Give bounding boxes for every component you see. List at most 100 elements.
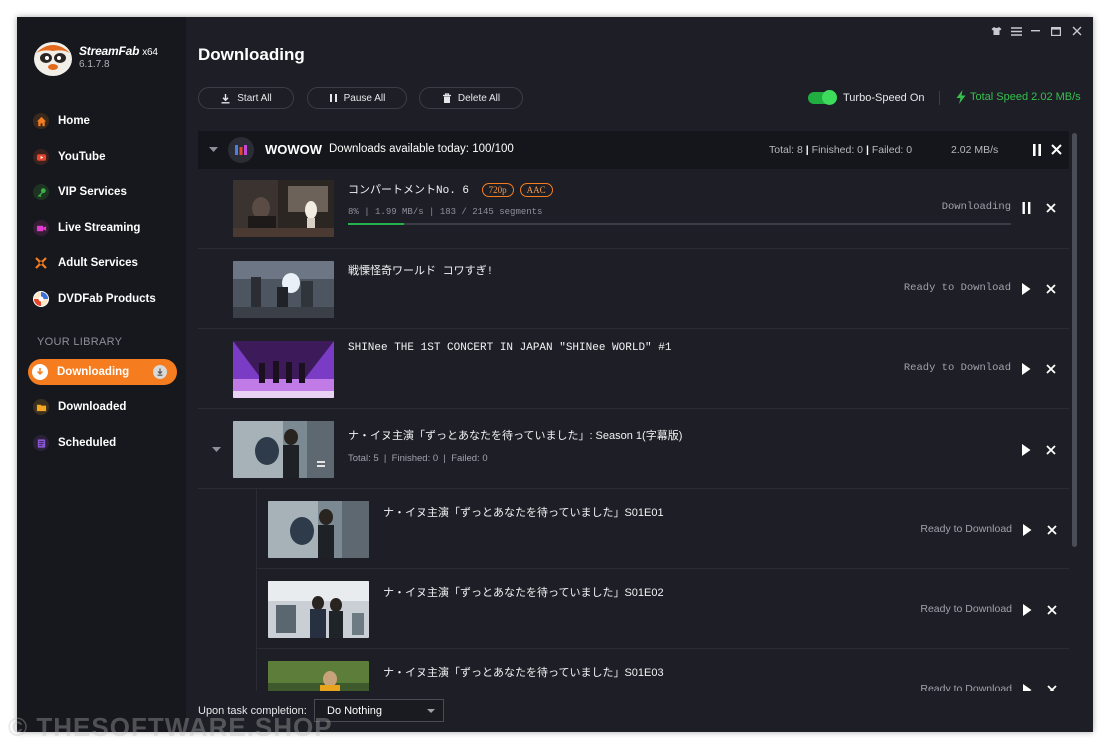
- download-status: Ready to Download: [920, 683, 1012, 691]
- video-thumbnail: [233, 341, 334, 398]
- close-window-icon[interactable]: [1069, 23, 1085, 39]
- skin-icon[interactable]: [988, 23, 1004, 39]
- season-row[interactable]: ナ・イヌ主演「ずっとあなたを待っていました」: Season 1(字幕版) To…: [198, 409, 1069, 489]
- divider: [939, 91, 940, 105]
- season-title: ナ・イヌ主演「ずっとあなたを待っていました」: Season 1(字幕版): [348, 430, 683, 442]
- sidebar-item-youtube[interactable]: YouTube: [29, 143, 177, 171]
- youtube-icon: [33, 149, 49, 165]
- download-status: Ready to Download: [920, 523, 1012, 535]
- play-icon[interactable]: [1019, 282, 1033, 296]
- play-icon[interactable]: [1020, 523, 1034, 537]
- close-icon[interactable]: [1045, 603, 1059, 617]
- play-icon[interactable]: [1019, 362, 1033, 376]
- episode-title: ナ・イヌ主演「ずっとあなたを待っていました」S01E03: [383, 667, 664, 679]
- total-speed: Total Speed 2.02 MB/s: [956, 90, 1081, 104]
- streamfab-logo: [34, 42, 72, 76]
- schedule-icon: [33, 435, 49, 451]
- service-group-header: WOWOW Downloads available today: 100/100…: [198, 131, 1069, 169]
- close-icon[interactable]: [1044, 362, 1058, 376]
- task-completion-select[interactable]: Do Nothing: [314, 699, 444, 722]
- play-icon[interactable]: [1020, 603, 1034, 617]
- sidebar-item-home[interactable]: Home: [29, 107, 177, 135]
- download-status: Ready to Download: [920, 603, 1012, 615]
- menu-icon[interactable]: [1008, 23, 1024, 39]
- video-title: SHINee THE 1ST CONCERT IN JAPAN "SHINee …: [348, 342, 672, 354]
- sidebar-item-label: Adult Services: [58, 257, 138, 269]
- sidebar-item-label: Scheduled: [58, 437, 117, 449]
- pause-icon[interactable]: [1019, 201, 1033, 215]
- close-icon[interactable]: [1044, 443, 1058, 457]
- video-title: 戦慄怪奇ワールド コワすぎ!: [348, 266, 494, 278]
- start-all-button[interactable]: Start All: [198, 87, 294, 109]
- close-group-icon[interactable]: [1051, 144, 1062, 155]
- pause-icon: [329, 94, 337, 102]
- downloads-available: Downloads available today: 100/100: [329, 143, 514, 155]
- video-thumbnail: [233, 421, 334, 478]
- maximize-icon[interactable]: [1048, 23, 1064, 39]
- sidebar-item-label: Live Streaming: [58, 222, 141, 234]
- video-title: コンパートメントNo. 6 720p AAC: [348, 181, 553, 197]
- close-icon[interactable]: [1044, 282, 1058, 296]
- pause-group-icon[interactable]: [1032, 144, 1042, 156]
- video-thumbnail: [233, 261, 334, 318]
- close-icon[interactable]: [1045, 523, 1059, 537]
- play-icon[interactable]: [1020, 683, 1034, 691]
- episode-title: ナ・イヌ主演「ずっとあなたを待っていました」S01E01: [383, 507, 664, 519]
- sidebar: StreamFab x64 6.1.7.8 Home YouTube VIP Se…: [17, 17, 186, 732]
- download-row[interactable]: コンパートメントNo. 6 720p AAC 8% | 1.99 MB/s | 1…: [198, 169, 1069, 249]
- progress-info: 8% | 1.99 MB/s | 183 / 2145 segments: [348, 207, 543, 217]
- video-thumbnail: [268, 501, 369, 558]
- sidebar-item-label: YouTube: [58, 151, 106, 163]
- episode-title: ナ・イヌ主演「ずっとあなたを待っていました」S01E02: [383, 587, 664, 599]
- trash-icon: [442, 92, 451, 103]
- download-list: WOWOW Downloads available today: 100/100…: [198, 131, 1069, 691]
- video-thumbnail: [268, 661, 369, 691]
- page-title: Downloading: [198, 45, 305, 64]
- turbo-speed-toggle[interactable]: [808, 90, 837, 105]
- home-icon: [33, 113, 49, 129]
- minimize-icon[interactable]: [1028, 23, 1044, 39]
- resolution-badge: 720p: [481, 183, 514, 197]
- watermark: © THESOFTWARE.SHOP: [8, 712, 333, 742]
- sidebar-item-label: Downloaded: [58, 401, 127, 413]
- collapse-arrow-icon[interactable]: [209, 147, 218, 153]
- brand-name: StreamFab x64: [79, 44, 158, 58]
- episode-row[interactable]: ナ・イヌ主演「ずっとあなたを待っていました」S01E02 Ready to Do…: [256, 569, 1069, 649]
- library-title: YOUR LIBRARY: [37, 336, 123, 348]
- sidebar-item-adult-services[interactable]: Adult Services: [29, 249, 177, 277]
- key-icon: [33, 184, 49, 200]
- sidebar-item-scheduled[interactable]: Scheduled: [29, 429, 177, 457]
- list-scrollbar[interactable]: [1072, 133, 1077, 547]
- sidebar-item-live-streaming[interactable]: Live Streaming: [29, 214, 177, 242]
- chevron-down-icon: [427, 709, 435, 713]
- camera-icon: [33, 220, 49, 236]
- download-row[interactable]: SHINee THE 1ST CONCERT IN JAPAN "SHINee …: [198, 329, 1069, 409]
- sidebar-item-downloaded[interactable]: Downloaded: [29, 393, 177, 421]
- download-badge-icon: [153, 365, 167, 379]
- wowow-logo-icon: [228, 137, 254, 163]
- download-row[interactable]: 戦慄怪奇ワールド コワすぎ! Ready to Download: [198, 249, 1069, 329]
- group-speed: 2.02 MB/s: [951, 144, 999, 156]
- download-status: Ready to Download: [903, 362, 1011, 374]
- service-name: WOWOW: [265, 142, 323, 157]
- play-icon[interactable]: [1019, 443, 1033, 457]
- folder-icon: [33, 399, 49, 415]
- download-status: Downloading: [941, 201, 1011, 213]
- sidebar-item-dvdfab-products[interactable]: DVDFab Products: [29, 285, 177, 313]
- episode-row[interactable]: ナ・イヌ主演「ずっとあなたを待っていました」S01E01 Ready to Do…: [256, 489, 1069, 569]
- episode-row[interactable]: ナ・イヌ主演「ずっとあなたを待っていました」S01E03 Ready to Do…: [256, 649, 1069, 691]
- dvdfab-icon: [33, 291, 49, 307]
- video-thumbnail: [268, 581, 369, 638]
- main-panel: Downloading Start All Pause All Delete A…: [186, 17, 1093, 732]
- sidebar-item-label: DVDFab Products: [58, 293, 156, 305]
- group-total: Total: 8 | Finished: 0 | Failed: 0: [769, 144, 913, 156]
- close-icon[interactable]: [1044, 201, 1058, 215]
- sidebar-item-label: VIP Services: [58, 186, 127, 198]
- video-thumbnail: [233, 180, 334, 237]
- pause-all-button[interactable]: Pause All: [307, 87, 407, 109]
- close-icon[interactable]: [1045, 683, 1059, 691]
- delete-all-button[interactable]: Delete All: [419, 87, 523, 109]
- collapse-arrow-icon[interactable]: [212, 447, 221, 453]
- sidebar-item-downloading[interactable]: Downloading: [28, 359, 177, 385]
- sidebar-item-vip-services[interactable]: VIP Services: [29, 178, 177, 206]
